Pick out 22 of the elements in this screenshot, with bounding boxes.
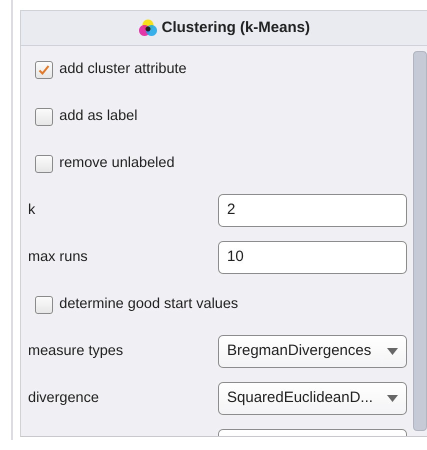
dropdown[interactable]: SquaredEuclideanD... bbox=[218, 382, 407, 415]
checkbox-label[interactable]: determine good start values bbox=[59, 294, 238, 316]
checkbox-label[interactable]: remove unlabeled bbox=[59, 152, 175, 174]
checkbox-label[interactable]: add as label bbox=[59, 106, 138, 128]
parameter-label: max runs bbox=[28, 248, 89, 267]
dropdown[interactable]: BregmanDivergences bbox=[218, 335, 407, 368]
clustering-icon bbox=[138, 18, 158, 38]
parameter-label: measure types bbox=[28, 342, 124, 361]
checkbox[interactable] bbox=[35, 154, 54, 172]
input-field[interactable]: 2 bbox=[218, 194, 407, 227]
dropdown-arrow-icon bbox=[387, 348, 398, 355]
checkbox[interactable] bbox=[35, 108, 54, 126]
panel-title: Clustering (k-Means) bbox=[162, 18, 310, 38]
scrollbar[interactable] bbox=[413, 51, 427, 431]
checkbox[interactable] bbox=[35, 296, 54, 314]
checkbox[interactable] bbox=[35, 60, 54, 78]
parameter-label: divergence bbox=[28, 388, 100, 408]
dropdown-arrow-icon bbox=[387, 395, 398, 402]
checkbox-label[interactable]: add cluster attribute bbox=[59, 58, 187, 80]
input-field[interactable]: 10 bbox=[218, 241, 407, 274]
check-icon bbox=[37, 62, 52, 76]
parameter-label: k bbox=[28, 200, 36, 220]
